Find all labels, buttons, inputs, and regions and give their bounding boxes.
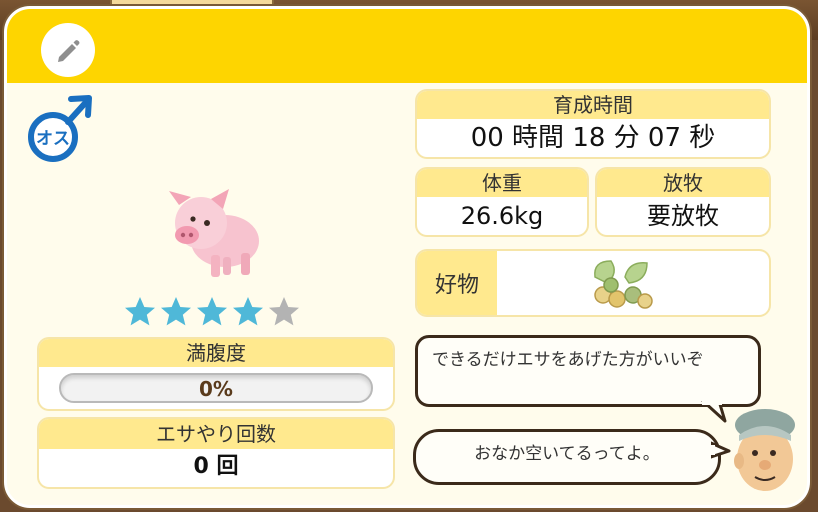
favorite-food-box: 好物 [417,251,769,315]
pencil-icon [58,40,80,62]
fullness-box: 満腹度 0% [39,339,393,409]
weight-box: 体重 26.6kg [417,169,587,235]
fullness-label: 満腹度 [39,339,393,367]
rating-stars [123,295,301,329]
pig-image [169,189,259,277]
hungry-speech-bubble: おなか空いてるってよ。 [413,429,721,485]
edit-button[interactable] [41,23,95,77]
raise-time-label: 育成時間 [417,91,769,119]
farmer-character [734,409,795,491]
advice-speech-bubble: できるだけエサをあげた方がいいぞ [415,335,761,407]
grazing-label: 放牧 [597,169,769,197]
fullness-gauge: 0% [59,373,373,403]
raise-time-box: 育成時間 00 時間 18 分 07 秒 [417,91,769,157]
feed-count-label: エサやり回数 [39,419,393,449]
feed-count-box: エサやり回数 0 回 [39,419,393,487]
animal-status-panel: オス 満腹度 0% エサやり回数 0 回 育成時間 00 時間 18 分 07 … [4,6,810,508]
weight-label: 体重 [417,169,587,197]
panel-header [7,9,807,83]
star-filled-icon [161,297,191,326]
advice-text: できるだけエサをあげた方がいいぞ [432,350,704,370]
feed-count-value: 0 回 [193,454,239,479]
grazing-box: 放牧 要放牧 [597,169,769,235]
fullness-value: 0% [199,377,233,401]
star-empty-icon [269,297,299,326]
raise-time-value: 00 時間 18 分 07 秒 [470,123,716,153]
nuts-leaves-icon [594,260,653,309]
male-gender-icon: オス [28,95,92,162]
gender-label: オス [36,129,70,149]
star-filled-icon [197,297,227,326]
favorite-food-label: 好物 [417,251,497,315]
advice-bubble-tail [701,401,727,423]
star-filled-icon [125,297,155,326]
weight-value: 26.6kg [460,202,544,230]
hungry-text: おなか空いてるってよ。 [474,444,660,464]
grazing-value: 要放牧 [647,202,719,230]
star-filled-icon [233,297,263,326]
